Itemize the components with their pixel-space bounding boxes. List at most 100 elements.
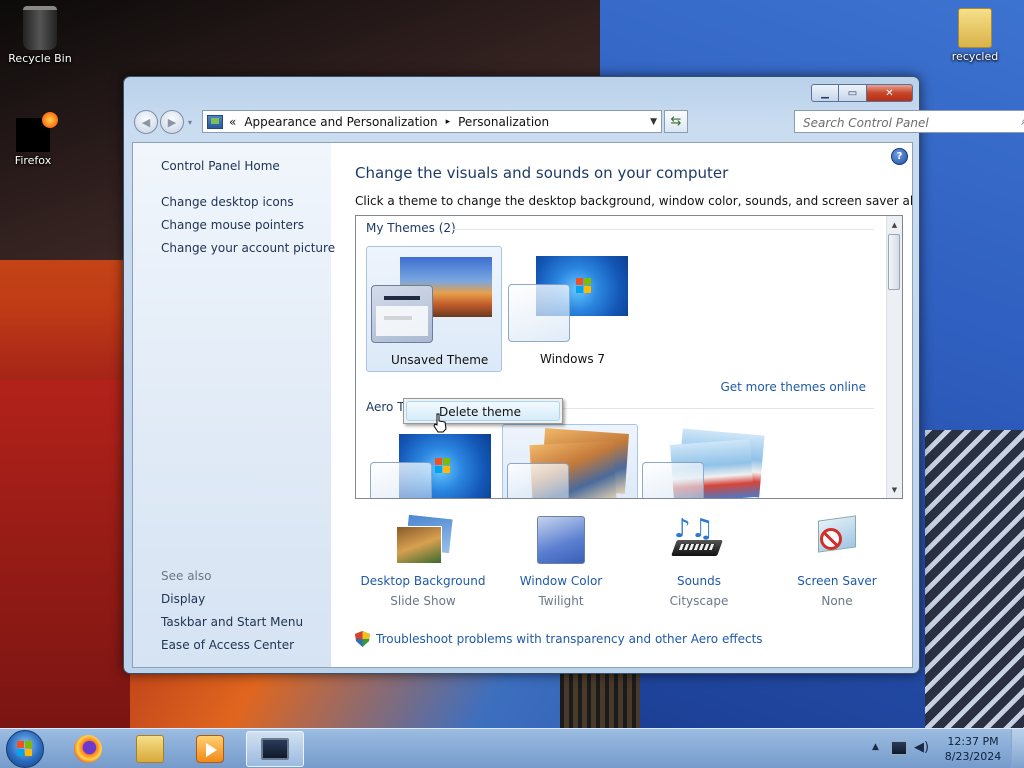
chevron-down-icon[interactable]: ▼ bbox=[650, 117, 657, 127]
maximize-button[interactable]: ▭ bbox=[839, 84, 867, 102]
window-color-swatch bbox=[370, 462, 432, 498]
sounds-icon: ♪♫ bbox=[670, 516, 728, 566]
arrow-right-icon: ▶ bbox=[167, 115, 177, 129]
search-input[interactable] bbox=[801, 112, 1005, 133]
windows-logo-icon bbox=[576, 278, 592, 294]
theme-label: Unsaved Theme bbox=[391, 353, 489, 367]
forward-button[interactable]: ▶ bbox=[160, 110, 184, 134]
desktop-icon-recycle-bin[interactable]: Recycle Bin bbox=[0, 6, 80, 65]
breadcrumb-appearance[interactable]: Appearance and Personalization bbox=[244, 115, 437, 129]
sounds-setting[interactable]: ♪♫ Sounds Cityscape bbox=[629, 516, 769, 608]
delete-theme-menu-item[interactable]: Delete theme bbox=[406, 401, 560, 421]
client-area: Control Panel Home Change desktop icons … bbox=[132, 142, 913, 668]
window-color-swatch bbox=[507, 463, 569, 498]
breadcrumb-separator[interactable]: ▸ bbox=[446, 117, 451, 127]
start-button[interactable] bbox=[6, 730, 44, 768]
navigation-bar: ◀ ▶ ▾ « Appearance and Personalization ▸… bbox=[132, 109, 1024, 135]
recycle-bin-icon bbox=[23, 6, 57, 50]
see-also-label: See also bbox=[161, 569, 212, 583]
control-panel-home-link[interactable]: Control Panel Home bbox=[161, 159, 280, 173]
shield-icon bbox=[355, 631, 370, 647]
scroll-down-icon[interactable]: ▼ bbox=[887, 482, 902, 497]
recent-pages-dropdown[interactable]: ▾ bbox=[188, 118, 192, 127]
show-hidden-icons-button[interactable]: ▲ bbox=[872, 742, 879, 752]
scrollbar-thumb[interactable] bbox=[888, 234, 900, 290]
context-menu: Delete theme bbox=[403, 398, 563, 424]
desktop-icon-label: Firefox bbox=[14, 154, 52, 167]
window-color-icon bbox=[532, 516, 590, 566]
page-subtitle: Click a theme to change the desktop back… bbox=[355, 194, 913, 208]
change-mouse-pointers-link[interactable]: Change mouse pointers bbox=[161, 218, 304, 232]
wallpaper-bridge bbox=[925, 430, 1024, 728]
desktop-icon-firefox[interactable]: Firefox bbox=[0, 112, 73, 167]
group-header-my-themes: My Themes (2) bbox=[366, 221, 456, 235]
setting-value: Cityscape bbox=[669, 594, 729, 608]
help-icon[interactable]: ? bbox=[891, 148, 908, 165]
window-color-swatch bbox=[642, 462, 704, 498]
window-color-setting[interactable]: Window Color Twilight bbox=[491, 516, 631, 608]
breadcrumb-overflow[interactable]: « bbox=[229, 115, 236, 129]
display-link[interactable]: Display bbox=[161, 592, 205, 606]
taskbar-explorer[interactable] bbox=[122, 731, 178, 767]
close-button[interactable]: ✕ bbox=[867, 84, 913, 102]
scroll-up-icon[interactable]: ▲ bbox=[887, 217, 902, 232]
theme-tile-windows-7[interactable]: Windows 7 bbox=[506, 246, 642, 372]
theme-tile-aero-3[interactable] bbox=[642, 424, 778, 498]
windows-logo-icon bbox=[435, 458, 451, 474]
address-bar[interactable]: « Appearance and Personalization ▸ Perso… bbox=[202, 110, 662, 133]
taskbar-media-player[interactable] bbox=[182, 731, 238, 767]
search-box[interactable]: ⌕ bbox=[794, 110, 1024, 133]
clock-time: 12:37 PM bbox=[947, 735, 999, 748]
breadcrumb-personalization[interactable]: Personalization bbox=[458, 115, 549, 129]
get-more-themes-link[interactable]: Get more themes online bbox=[720, 380, 866, 394]
window-color-swatch bbox=[508, 284, 570, 342]
taskbar-control-panel[interactable] bbox=[246, 731, 304, 767]
taskbar-firefox[interactable] bbox=[60, 731, 116, 767]
desktop-background-setting[interactable]: Desktop Background Slide Show bbox=[353, 513, 493, 608]
firefox-icon bbox=[16, 112, 58, 152]
theme-list[interactable]: My Themes (2) Unsaved Theme Windows 7 Ge… bbox=[355, 215, 903, 499]
theme-tile-unsaved[interactable]: Unsaved Theme bbox=[366, 246, 502, 372]
back-button[interactable]: ◀ bbox=[134, 110, 158, 134]
clock[interactable]: 12:37 PM 8/23/2024 bbox=[940, 734, 1006, 764]
screen-saver-setting[interactable]: Screen Saver None bbox=[767, 515, 907, 608]
desktop-icon-label: recycled bbox=[951, 50, 999, 63]
refresh-icon: ⇆ bbox=[670, 114, 682, 129]
setting-label: Desktop Background bbox=[360, 574, 486, 588]
network-icon[interactable] bbox=[891, 741, 907, 755]
hand-cursor-icon bbox=[433, 413, 447, 433]
taskbar: ▲ ◀) 12:37 PM 8/23/2024 bbox=[0, 728, 1024, 768]
desktop-icon-recycled[interactable]: recycled bbox=[935, 8, 1015, 63]
control-panel-icon bbox=[207, 114, 223, 129]
folder-icon bbox=[136, 735, 164, 763]
theme-tile-aero-1[interactable] bbox=[366, 424, 502, 498]
minimize-button[interactable]: ▁ bbox=[811, 84, 839, 102]
setting-label: Sounds bbox=[676, 574, 722, 588]
show-desktop-button[interactable] bbox=[1011, 729, 1024, 768]
page-title: Change the visuals and sounds on your co… bbox=[355, 164, 729, 182]
theme-label: Windows 7 bbox=[540, 352, 606, 366]
folder-icon bbox=[958, 8, 992, 48]
monitor-icon bbox=[261, 738, 289, 760]
arrow-left-icon: ◀ bbox=[141, 115, 151, 129]
firefox-icon bbox=[74, 735, 102, 763]
wallpaper-region bbox=[0, 380, 130, 728]
theme-tile-aero-2[interactable] bbox=[502, 424, 638, 498]
windows-logo-icon bbox=[17, 741, 33, 757]
theme-list-scrollbar[interactable]: ▲ ▼ bbox=[886, 216, 902, 498]
troubleshoot-link[interactable]: Troubleshoot problems with transparency … bbox=[355, 631, 763, 647]
media-player-icon bbox=[196, 735, 224, 763]
screen-saver-icon bbox=[808, 515, 866, 566]
troubleshoot-link-text[interactable]: Troubleshoot problems with transparency … bbox=[376, 632, 763, 646]
change-account-picture-link[interactable]: Change your account picture bbox=[161, 241, 335, 255]
setting-value: Slide Show bbox=[390, 594, 456, 608]
change-desktop-icons-link[interactable]: Change desktop icons bbox=[161, 195, 294, 209]
desktop-background-icon bbox=[394, 513, 454, 566]
ease-of-access-link[interactable]: Ease of Access Center bbox=[161, 638, 294, 652]
taskbar-start-menu-link[interactable]: Taskbar and Start Menu bbox=[161, 615, 303, 629]
wallpaper-structure bbox=[560, 672, 640, 728]
caption-buttons: ▁ ▭ ✕ bbox=[811, 84, 913, 102]
left-pane: Control Panel Home Change desktop icons … bbox=[133, 143, 335, 667]
volume-icon[interactable]: ◀) bbox=[914, 741, 930, 755]
refresh-button[interactable]: ⇆ bbox=[664, 110, 688, 133]
